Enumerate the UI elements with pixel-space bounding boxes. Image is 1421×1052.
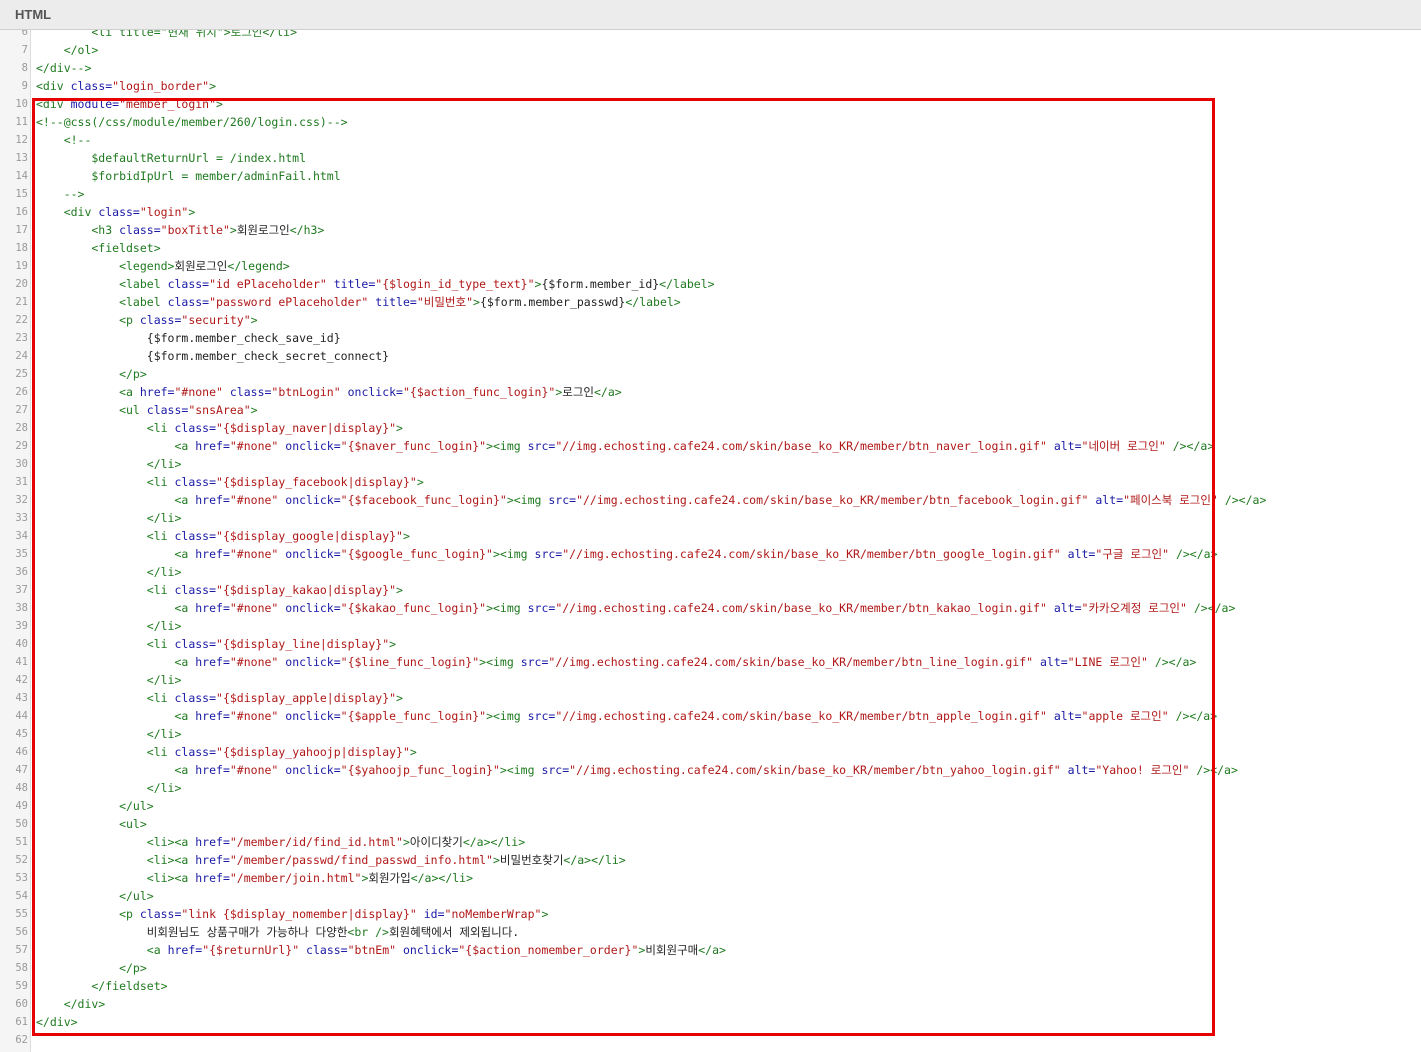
code-line: 9 <div class="login_border">: [0, 77, 1421, 95]
line-number: 44: [15, 710, 28, 722]
line-number: 10: [15, 98, 28, 110]
code-token: </div-->: [36, 61, 92, 75]
line-number: 27: [15, 404, 28, 416]
line-number: 52: [15, 854, 28, 866]
code-token: </ol>: [36, 43, 99, 57]
code-token: <div: [36, 79, 71, 93]
line-number: 58: [15, 962, 28, 974]
code-editor[interactable]: 6 <li title="현재 위치">로그인</li> 7 </ol> 8 </di…: [0, 30, 1421, 1052]
line-number: 57: [15, 944, 28, 956]
line-number: 50: [15, 818, 28, 830]
code-line: 7 </ol>: [0, 41, 1421, 59]
line-number: 18: [15, 242, 28, 254]
code-token: class=: [70, 79, 113, 93]
code-token: /></a>: [1217, 493, 1267, 507]
line-number: 16: [15, 206, 28, 218]
line-number: 28: [15, 422, 28, 434]
line-number: 25: [15, 368, 28, 380]
line-number: 9: [21, 80, 28, 92]
code-line: 6 <li title="현재 위치">로그인</li>: [0, 30, 1421, 41]
code-token: "login_border": [112, 79, 210, 93]
line-number: 62: [15, 1034, 28, 1046]
line-number: 37: [15, 584, 28, 596]
line-number: 22: [15, 314, 28, 326]
line-number: 17: [15, 224, 28, 236]
code-text: </ol>: [36, 41, 99, 59]
line-number: 33: [15, 512, 28, 524]
line-number: 45: [15, 728, 28, 740]
line-number: 43: [15, 692, 28, 704]
code-line: 8 </div-->: [0, 59, 1421, 77]
line-number: 35: [15, 548, 28, 560]
line-number: 26: [15, 386, 28, 398]
line-number: 6: [21, 30, 28, 38]
code-token: <li title="현재 위치">로그인</li>: [36, 30, 297, 39]
line-number: 7: [21, 44, 28, 56]
line-number: 29: [15, 440, 28, 452]
code-text: </div-->: [36, 59, 91, 77]
line-number: 59: [15, 980, 28, 992]
line-number: 46: [15, 746, 28, 758]
line-number: 15: [15, 188, 28, 200]
line-number: 55: [15, 908, 28, 920]
line-number: 39: [15, 620, 28, 632]
line-number: 36: [15, 566, 28, 578]
panel-title: HTML: [15, 7, 52, 22]
highlight-box: [32, 98, 1215, 1036]
line-number: 31: [15, 476, 28, 488]
line-number: 34: [15, 530, 28, 542]
line-number: 32: [15, 494, 28, 506]
line-number: 56: [15, 926, 28, 938]
line-number: 30: [15, 458, 28, 470]
line-number: 38: [15, 602, 28, 614]
line-number: 20: [15, 278, 28, 290]
code-text: <li title="현재 위치">로그인</li>: [36, 30, 297, 41]
line-number: 42: [15, 674, 28, 686]
line-number: 48: [15, 782, 28, 794]
line-number: 40: [15, 638, 28, 650]
line-number: 51: [15, 836, 28, 848]
line-number: 54: [15, 890, 28, 902]
code-token: >: [209, 79, 217, 93]
line-number: 49: [15, 800, 28, 812]
line-number: 60: [15, 998, 28, 1010]
panel-header: HTML: [0, 0, 1421, 30]
line-number: 53: [15, 872, 28, 884]
code-text: <div class="login_border">: [36, 77, 216, 95]
line-number: 23: [15, 332, 28, 344]
line-number: 14: [15, 170, 28, 182]
line-number: 12: [15, 134, 28, 146]
line-number: 8: [21, 62, 28, 74]
line-number: 19: [15, 260, 28, 272]
line-number: 24: [15, 350, 28, 362]
line-number: 41: [15, 656, 28, 668]
line-number: 11: [15, 116, 28, 128]
line-number: 47: [15, 764, 28, 776]
line-number: 13: [15, 152, 28, 164]
line-number: 21: [15, 296, 28, 308]
line-number: 61: [15, 1016, 28, 1028]
